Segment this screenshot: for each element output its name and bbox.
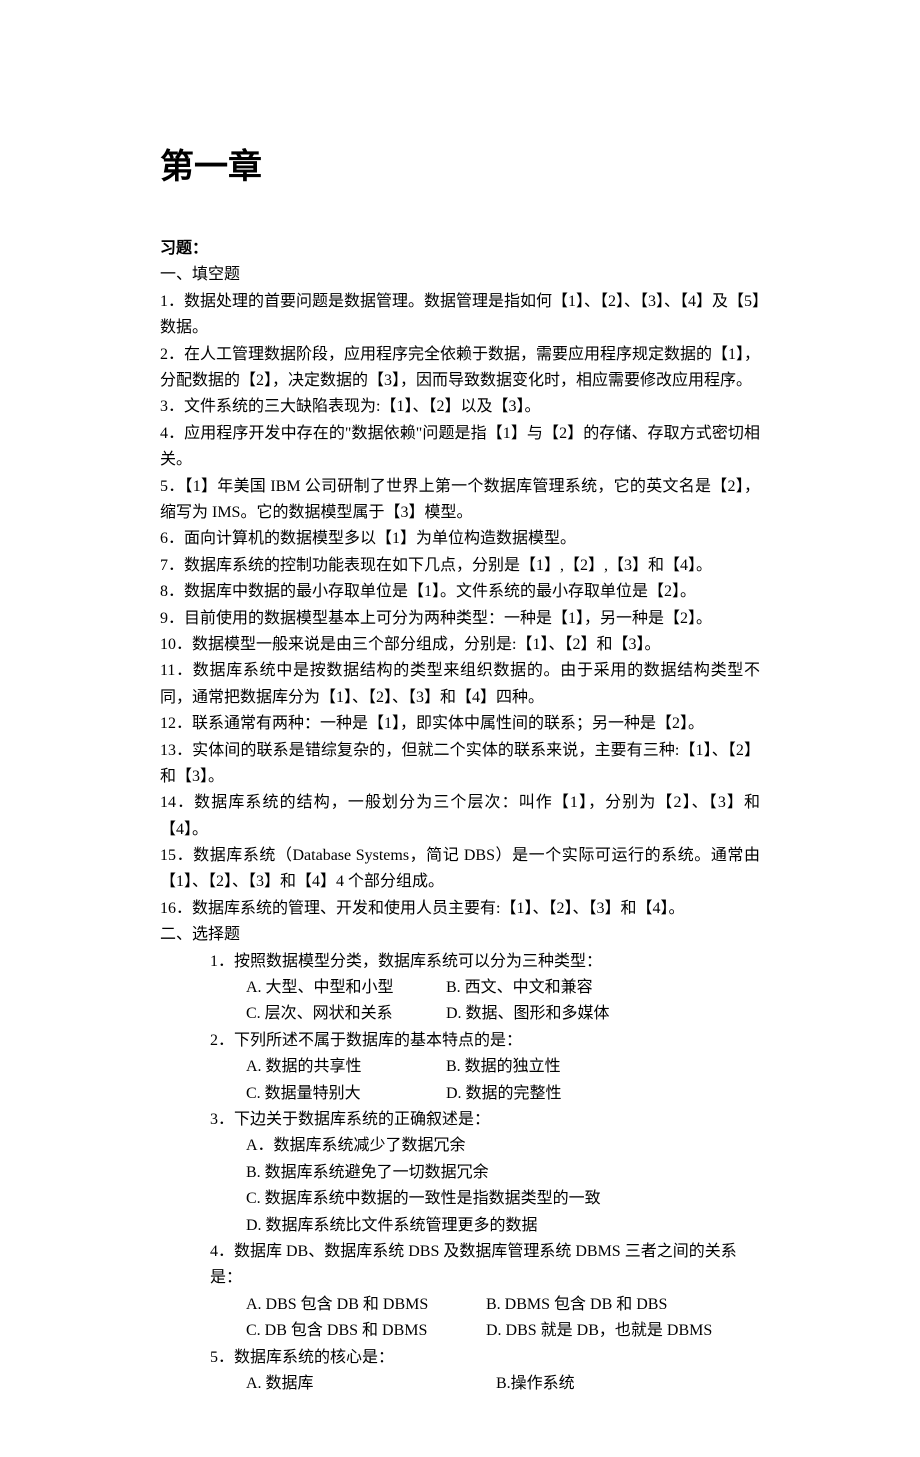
fill-item: 16．数据库系统的管理、开发和使用人员主要有:【1】、【2】、【3】和【4】。 (160, 896, 760, 922)
fill-item: 6．面向计算机的数据模型多以【1】为单位构造数据模型。 (160, 526, 760, 552)
choice-question: 5．数据库系统的核心是： (210, 1345, 760, 1371)
option-row: C. DB 包含 DBS 和 DBMSD. DBS 就是 DB，也就是 DBMS (246, 1318, 760, 1344)
fill-item: 3．文件系统的三大缺陷表现为:【1】、【2】以及【3】。 (160, 394, 760, 420)
option: D. 数据库系统比文件系统管理更多的数据 (246, 1213, 726, 1239)
option-row: C. 层次、网状和关系D. 数据、图形和多媒体 (246, 1001, 760, 1027)
fill-item: 2．在人工管理数据阶段，应用程序完全依赖于数据，需要应用程序规定数据的【1】，分… (160, 342, 760, 395)
fill-item: 1．数据处理的首要问题是数据管理。数据管理是指如何【1】、【2】、【3】、【4】… (160, 289, 760, 342)
fill-item: 11．数据库系统中是按数据结构的类型来组织数据的。由于采用的数据结构类型不同，通… (160, 658, 760, 711)
fill-item: 4．应用程序开发中存在的"数据依赖"问题是指【1】与【2】的存储、存取方式密切相… (160, 421, 760, 474)
choice-question: 2．下列所述不属于数据库的基本特点的是： (210, 1028, 760, 1054)
choice-question-list: 1．按照数据模型分类，数据库系统可以分为三种类型：A. 大型、中型和小型B. 西… (160, 949, 760, 1398)
option: C. 数据量特别大 (246, 1081, 446, 1107)
option-row: A. 大型、中型和小型B. 西文、中文和兼容 (246, 975, 760, 1001)
fill-item: 13．实体间的联系是错综复杂的，但就二个实体的联系来说，主要有三种:【1】、【2… (160, 738, 760, 791)
choice-options: A. 数据的共享性B. 数据的独立性C. 数据量特别大D. 数据的完整性 (210, 1054, 760, 1107)
option: D. DBS 就是 DB，也就是 DBMS (486, 1318, 746, 1344)
option: B. 数据库系统避免了一切数据冗余 (246, 1160, 726, 1186)
choice-options: A. 数据库B.操作系统 (210, 1371, 760, 1397)
option: A．数据库系统减少了数据冗余 (246, 1133, 726, 1159)
exercise-label: 习题： (160, 236, 760, 262)
fill-item: 8．数据库中数据的最小存取单位是【1】。文件系统的最小存取单位是【2】。 (160, 579, 760, 605)
fill-item: 10．数据模型一般来说是由三个部分组成，分别是:【1】、【2】和【3】。 (160, 632, 760, 658)
choice-options: A. 大型、中型和小型B. 西文、中文和兼容C. 层次、网状和关系D. 数据、图… (210, 975, 760, 1028)
option: A. 数据库 (246, 1371, 496, 1397)
fill-item: 15．数据库系统（Database Systems，简记 DBS）是一个实际可运… (160, 843, 760, 896)
option: B. DBMS 包含 DB 和 DBS (486, 1292, 746, 1318)
choice-question: 1．按照数据模型分类，数据库系统可以分为三种类型： (210, 949, 760, 975)
option: B.操作系统 (496, 1371, 746, 1397)
option: D. 数据、图形和多媒体 (446, 1001, 646, 1027)
option-row: D. 数据库系统比文件系统管理更多的数据 (246, 1213, 760, 1239)
option: B. 数据的独立性 (446, 1054, 646, 1080)
chapter-title: 第一章 (160, 140, 760, 196)
option-row: C. 数据库系统中数据的一致性是指数据类型的一致 (246, 1186, 760, 1212)
choice-question: 4．数据库 DB、数据库系统 DBS 及数据库管理系统 DBMS 三者之间的关系… (210, 1239, 760, 1292)
document-page: 第一章 习题： 一、填空题 1．数据处理的首要问题是数据管理。数据管理是指如何【… (0, 0, 920, 1457)
fill-in-blank-list: 1．数据处理的首要问题是数据管理。数据管理是指如何【1】、【2】、【3】、【4】… (160, 289, 760, 922)
option-row: C. 数据量特别大D. 数据的完整性 (246, 1081, 760, 1107)
option-row: A．数据库系统减少了数据冗余 (246, 1133, 760, 1159)
option: D. 数据的完整性 (446, 1081, 646, 1107)
choice-options: A．数据库系统减少了数据冗余B. 数据库系统避免了一切数据冗余C. 数据库系统中… (210, 1133, 760, 1239)
choice-question: 3．下边关于数据库系统的正确叙述是： (210, 1107, 760, 1133)
option-row: B. 数据库系统避免了一切数据冗余 (246, 1160, 760, 1186)
option: B. 西文、中文和兼容 (446, 975, 646, 1001)
option: A. DBS 包含 DB 和 DBMS (246, 1292, 486, 1318)
section-choice-label: 二、选择题 (160, 922, 760, 948)
section-fill-label: 一、填空题 (160, 262, 760, 288)
option: A. 大型、中型和小型 (246, 975, 446, 1001)
choice-options: A. DBS 包含 DB 和 DBMSB. DBMS 包含 DB 和 DBSC.… (210, 1292, 760, 1345)
fill-item: 9．目前使用的数据模型基本上可分为两种类型：一种是【1】，另一种是【2】。 (160, 606, 760, 632)
option-row: A. DBS 包含 DB 和 DBMSB. DBMS 包含 DB 和 DBS (246, 1292, 760, 1318)
fill-item: 12．联系通常有两种：一种是【1】，即实体中属性间的联系；另一种是【2】。 (160, 711, 760, 737)
option: C. DB 包含 DBS 和 DBMS (246, 1318, 486, 1344)
option-row: A. 数据的共享性B. 数据的独立性 (246, 1054, 760, 1080)
option: A. 数据的共享性 (246, 1054, 446, 1080)
option-row: A. 数据库B.操作系统 (246, 1371, 760, 1397)
fill-item: 5．【1】年美国 IBM 公司研制了世界上第一个数据库管理系统，它的英文名是【2… (160, 474, 760, 527)
fill-item: 7．数据库系统的控制功能表现在如下几点，分别是【1】,【2】,【3】和【4】。 (160, 553, 760, 579)
option: C. 层次、网状和关系 (246, 1001, 446, 1027)
option: C. 数据库系统中数据的一致性是指数据类型的一致 (246, 1186, 726, 1212)
fill-item: 14．数据库系统的结构，一般划分为三个层次：叫作【1】，分别为【2】、【3】和【… (160, 790, 760, 843)
